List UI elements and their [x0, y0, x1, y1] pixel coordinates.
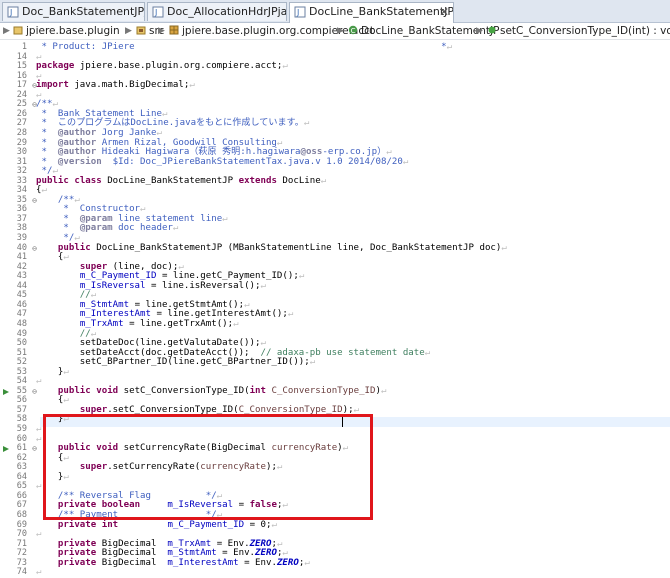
- svg-text:C: C: [351, 27, 356, 35]
- method-public-icon: [488, 26, 496, 34]
- code-line[interactable]: public DocLine_BankStatementJP (MBankSta…: [36, 243, 507, 254]
- fold-toggle-icon[interactable]: ⊖: [30, 101, 39, 110]
- chevron-right-icon: ▶: [158, 26, 165, 36]
- tab-docline-bankstatementjp[interactable]: J DocLine_BankStatementJPjava ✕: [289, 2, 454, 23]
- breadcrumb-item-project[interactable]: jpiere.base.plugin: [13, 23, 120, 39]
- fold-toggle-icon[interactable]: ⊖: [30, 82, 39, 91]
- tab-label: DocLine_BankStatementJPjava: [309, 5, 454, 18]
- code-line[interactable]: import java.math.BigDecimal;↵: [36, 80, 195, 91]
- svg-text:J: J: [9, 8, 12, 17]
- svg-text:J: J: [296, 8, 299, 17]
- fold-toggle-icon[interactable]: ⊖: [30, 196, 39, 206]
- java-file-icon: J: [7, 6, 19, 18]
- line-number: 73: [16, 557, 27, 568]
- breadcrumb-item-method[interactable]: setC_ConversionType_ID(int) : void: [487, 23, 670, 39]
- line-number: 74: [16, 567, 27, 578]
- fold-toggle-icon[interactable]: ⊖: [30, 244, 39, 254]
- code-line[interactable]: package jpiere.base.plugin.org.compiere.…: [36, 61, 288, 72]
- override-marker-icon[interactable]: [2, 388, 10, 396]
- line-number-ruler: 1 14 15 16 17 24 25 26 27 28 29 30 31 32 33 34 35 36 37 38 3…: [0, 40, 30, 577]
- fold-toggle-icon[interactable]: ⊖: [30, 387, 39, 397]
- code-line[interactable]: * @version $Id: Doc_JPiereBankStatementT…: [36, 157, 408, 168]
- tab-label: Doc_AllocationHdrJPjava: [167, 5, 287, 18]
- chevron-right-icon: ▶: [125, 26, 132, 36]
- editor-tab-bar: J Doc_BankStatementJPjava J Doc_Allocati…: [0, 0, 670, 23]
- red-highlight-box: [43, 414, 373, 520]
- code-editor[interactable]: 1 14 15 16 17 24 25 26 27 28 29 30 31 32 33 34 35 36 37 38 3…: [0, 40, 670, 577]
- tab-label: Doc_BankStatementJPjava: [22, 5, 145, 18]
- tab-doc-allocationhdrjp[interactable]: J Doc_AllocationHdrJPjava: [147, 2, 287, 21]
- source-folder-icon: [136, 26, 146, 35]
- fold-toggle-icon[interactable]: ⊖: [30, 445, 39, 454]
- code-line[interactable]: ↵: [36, 567, 41, 578]
- project-icon: [13, 26, 23, 35]
- override-marker-icon[interactable]: [2, 445, 10, 453]
- chevron-right-icon: ▶: [3, 26, 10, 36]
- chevron-right-icon: ▶: [476, 26, 483, 36]
- code-line[interactable]: public class DocLine_BankStatementJP ext…: [36, 176, 326, 187]
- chevron-right-icon: ▶: [337, 26, 344, 36]
- code-line[interactable]: private int m_C_Payment_ID = 0;↵: [36, 520, 277, 531]
- java-file-icon: J: [152, 6, 164, 18]
- tab-doc-bankstatementjp[interactable]: J Doc_BankStatementJPjava: [2, 2, 145, 21]
- package-icon: [169, 25, 179, 35]
- breadcrumb: ▶ jpiere.base.plugin ▶ src ▶ jpiere.base…: [0, 23, 670, 40]
- java-file-icon: J: [294, 6, 306, 18]
- code-line[interactable]: setC_BPartner_ID(line.getC_BPartner_ID()…: [36, 357, 315, 368]
- close-icon[interactable]: ✕: [439, 3, 449, 21]
- code-line[interactable]: private BigDecimal m_InterestAmt = Env.Z…: [36, 558, 310, 569]
- svg-text:J: J: [154, 8, 157, 17]
- class-icon: C: [348, 25, 358, 35]
- code-line[interactable]: public void setC_ConversionType_ID(int C…: [36, 386, 387, 397]
- code-line[interactable]: * Product: JPiere *↵: [36, 42, 452, 53]
- text-caret: [342, 417, 343, 427]
